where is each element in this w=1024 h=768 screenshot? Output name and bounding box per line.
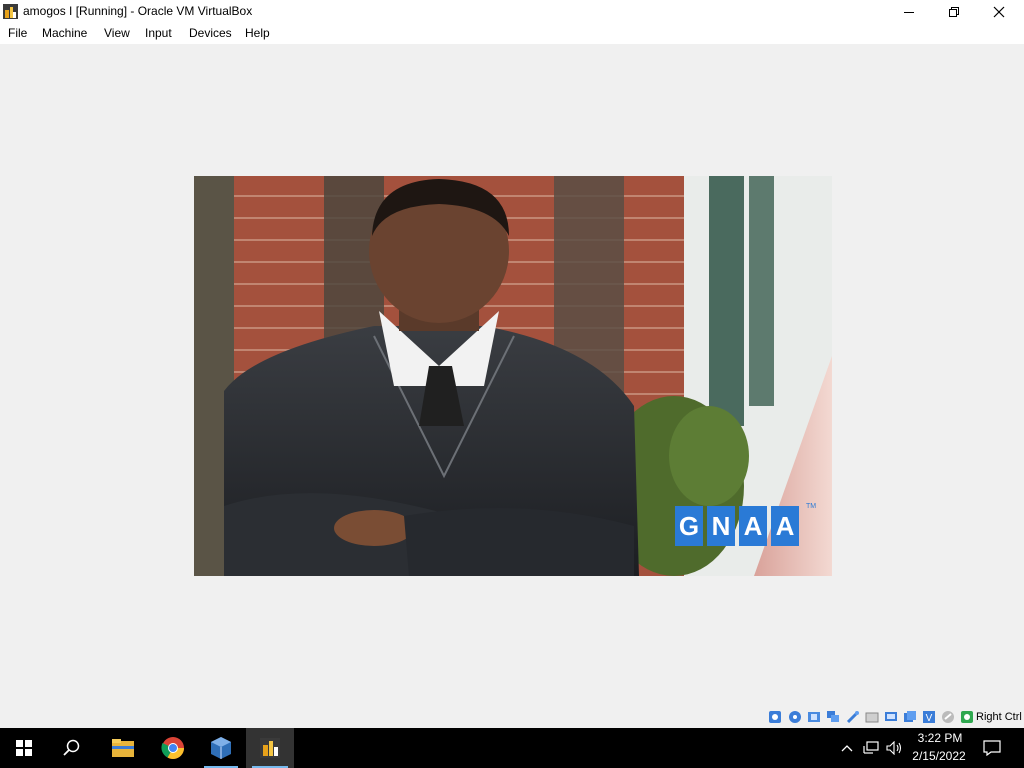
host-key-icon[interactable] <box>960 710 974 724</box>
gnaa-logo: G N A A TM <box>675 503 816 546</box>
window-title: amogos I [Running] - Oracle VM VirtualBo… <box>23 4 253 18</box>
minimize-icon <box>903 11 914 13</box>
chrome-icon <box>161 737 184 759</box>
virtualbox-icon <box>211 737 231 759</box>
usb-icon[interactable] <box>846 710 860 724</box>
show-hidden-icons-button[interactable] <box>836 728 858 768</box>
vm-window-icon <box>260 738 280 758</box>
vm-window-button[interactable] <box>246 728 294 768</box>
optical-drive-icon[interactable] <box>788 710 802 724</box>
notifications-button[interactable] <box>978 728 1006 768</box>
minimize-button[interactable] <box>886 0 931 23</box>
title-bar: amogos I [Running] - Oracle VM VirtualBo… <box>0 0 1024 23</box>
menu-bar: File Machine View Input Devices Help <box>0 23 1024 44</box>
start-button[interactable] <box>0 728 48 768</box>
close-icon <box>993 6 1004 17</box>
virtualbox-manager-button[interactable] <box>198 728 244 768</box>
file-explorer-button[interactable] <box>100 728 146 768</box>
menu-machine[interactable]: Machine <box>42 26 87 40</box>
menu-view[interactable]: View <box>104 26 130 40</box>
chevron-up-icon <box>841 745 853 752</box>
restore-icon <box>948 6 959 17</box>
volume-button[interactable] <box>883 728 907 768</box>
shared-folders-icon[interactable] <box>865 710 879 724</box>
hard-disk-icon[interactable] <box>768 710 782 724</box>
audio-icon[interactable] <box>807 710 821 724</box>
network-tray-button[interactable] <box>860 728 882 768</box>
notification-icon <box>983 740 1001 756</box>
network-monitor-icon <box>863 741 879 754</box>
folder-icon <box>112 739 134 757</box>
virtualbox-window-icon[interactable] <box>3 4 18 19</box>
vm-status-bar: V Right Ctrl <box>0 706 1024 728</box>
clock-time[interactable]: 3:22 PM <box>912 731 968 745</box>
mouse-integration-icon[interactable] <box>941 710 955 724</box>
chrome-button[interactable] <box>150 728 196 768</box>
taskbar: 3:22 PM 2/15/2022 <box>0 728 1024 768</box>
menu-devices[interactable]: Devices <box>189 26 232 40</box>
menu-input[interactable]: Input <box>145 26 172 40</box>
logo-trademark: TM <box>806 503 816 510</box>
menu-help[interactable]: Help <box>245 26 270 40</box>
logo-letter: G <box>679 511 699 541</box>
display-icon[interactable] <box>884 710 898 724</box>
windows-logo-icon <box>16 740 32 756</box>
host-key-label: Right Ctrl <box>976 711 1022 723</box>
menu-file[interactable]: File <box>8 26 27 40</box>
search-icon <box>63 739 80 756</box>
network-icon[interactable] <box>826 710 840 724</box>
volume-icon <box>886 741 902 755</box>
search-button[interactable] <box>48 728 96 768</box>
restore-button[interactable] <box>931 0 976 23</box>
logo-letter: A <box>744 511 763 541</box>
guest-screen-photo: G N A A TM <box>194 176 832 576</box>
svg-text:V: V <box>926 713 933 724</box>
video-capture-icon[interactable] <box>903 710 917 724</box>
virtualization-icon[interactable]: V <box>922 710 936 724</box>
clock-date[interactable]: 2/15/2022 <box>906 749 972 763</box>
logo-letter: A <box>776 511 795 541</box>
close-button[interactable] <box>976 0 1021 23</box>
logo-letter: N <box>712 511 731 541</box>
